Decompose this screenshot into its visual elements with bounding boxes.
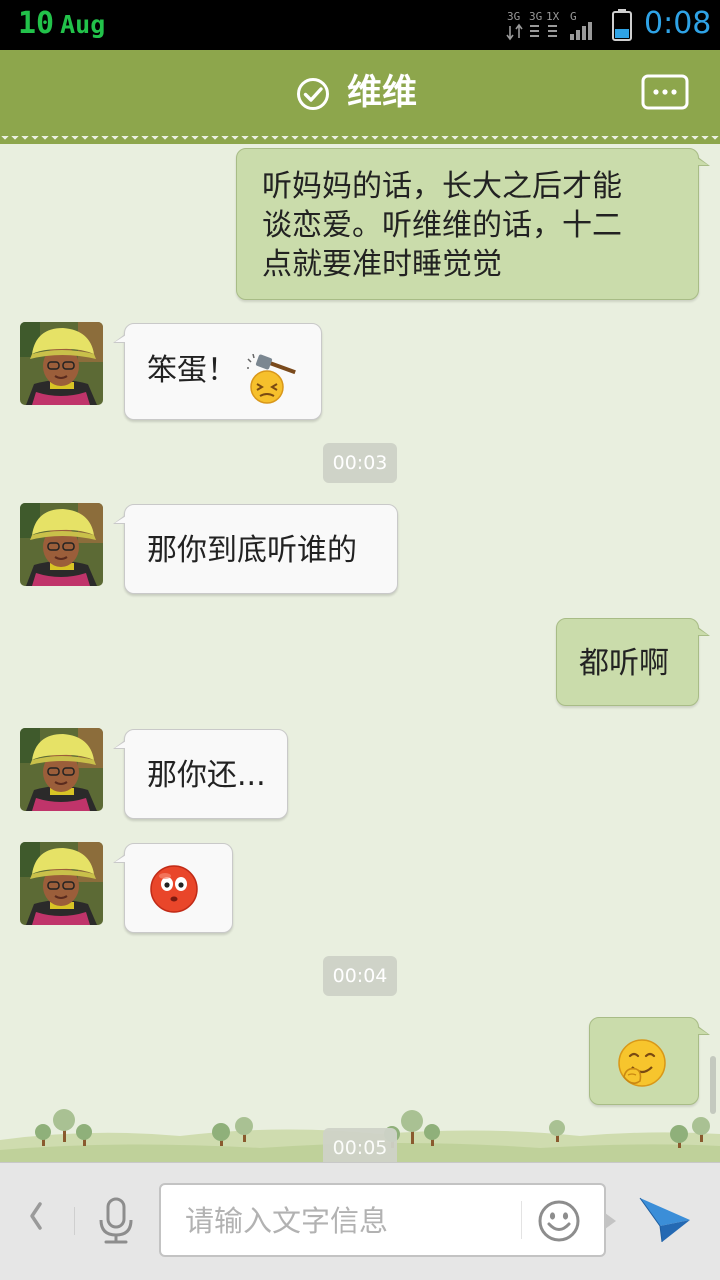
smiley-icon[interactable] [537, 1199, 581, 1243]
message-bubble-incoming[interactable]: 笨蛋！ [113, 323, 322, 420]
network-label: 3G [529, 10, 542, 23]
divider [74, 1207, 75, 1235]
microphone-icon[interactable] [96, 1196, 136, 1246]
message-bubble-incoming[interactable] [113, 843, 233, 933]
shy-laugh-icon [618, 1039, 666, 1087]
avatar-image [20, 503, 103, 586]
network-label: 3G [507, 10, 520, 23]
battery-icon [612, 9, 632, 41]
message-bubble-outgoing[interactable] [589, 1017, 710, 1105]
message-text: 都听啊 [579, 646, 669, 681]
message-text: 笨蛋！ [147, 353, 237, 388]
timestamp: 00:04 [323, 956, 397, 996]
avatar[interactable] [20, 842, 103, 925]
message-text: 点就要准时睡觉觉 [262, 247, 502, 282]
timestamp: 00:03 [323, 443, 397, 483]
status-time: 0:08 [644, 6, 712, 41]
chat-title: 维维 [347, 73, 418, 113]
message-text: 听妈妈的话，长大之后才能 [262, 169, 622, 204]
paper-plane-icon[interactable] [636, 1194, 692, 1246]
hammer-emoji-icon [247, 354, 296, 404]
message-bubble-incoming[interactable]: 那你到底听谁的 [113, 504, 398, 594]
avatar[interactable] [20, 503, 103, 586]
message-text: 那你到底听谁的 [147, 533, 357, 568]
status-date-month: Aug [60, 10, 106, 39]
blushing-face-icon [150, 865, 198, 913]
avatar-image [20, 842, 103, 925]
message-bubble-outgoing[interactable]: 听妈妈的话，长大之后才能 谈恋爱。听维维的话，十二 点就要准时睡觉觉 [236, 148, 710, 300]
network-label: 1X [546, 10, 560, 23]
message-text: 谈恋爱。听维维的话，十二 [262, 208, 622, 243]
check-circle-icon [297, 78, 329, 110]
more-options-icon[interactable] [641, 74, 689, 110]
message-text: 那你还... [147, 758, 266, 793]
divider [521, 1201, 522, 1239]
avatar-image [20, 728, 103, 811]
status-date: 10 Aug [18, 6, 105, 41]
avatar-image [20, 322, 103, 405]
network-label: G [570, 10, 577, 23]
message-bubble-outgoing[interactable]: 都听啊 [556, 618, 710, 706]
signal-icon: 3G 3G 1X G [506, 10, 592, 41]
avatar[interactable] [20, 728, 103, 811]
message-input[interactable] [183, 1185, 517, 1257]
message-bubble-incoming[interactable]: 那你还... [113, 729, 288, 819]
status-date-day: 10 [18, 6, 55, 41]
avatar[interactable] [20, 322, 103, 405]
status-bar: 10 Aug 3G 3G 1X G 0:08 [0, 0, 720, 50]
chevron-left-icon[interactable] [24, 1196, 48, 1236]
